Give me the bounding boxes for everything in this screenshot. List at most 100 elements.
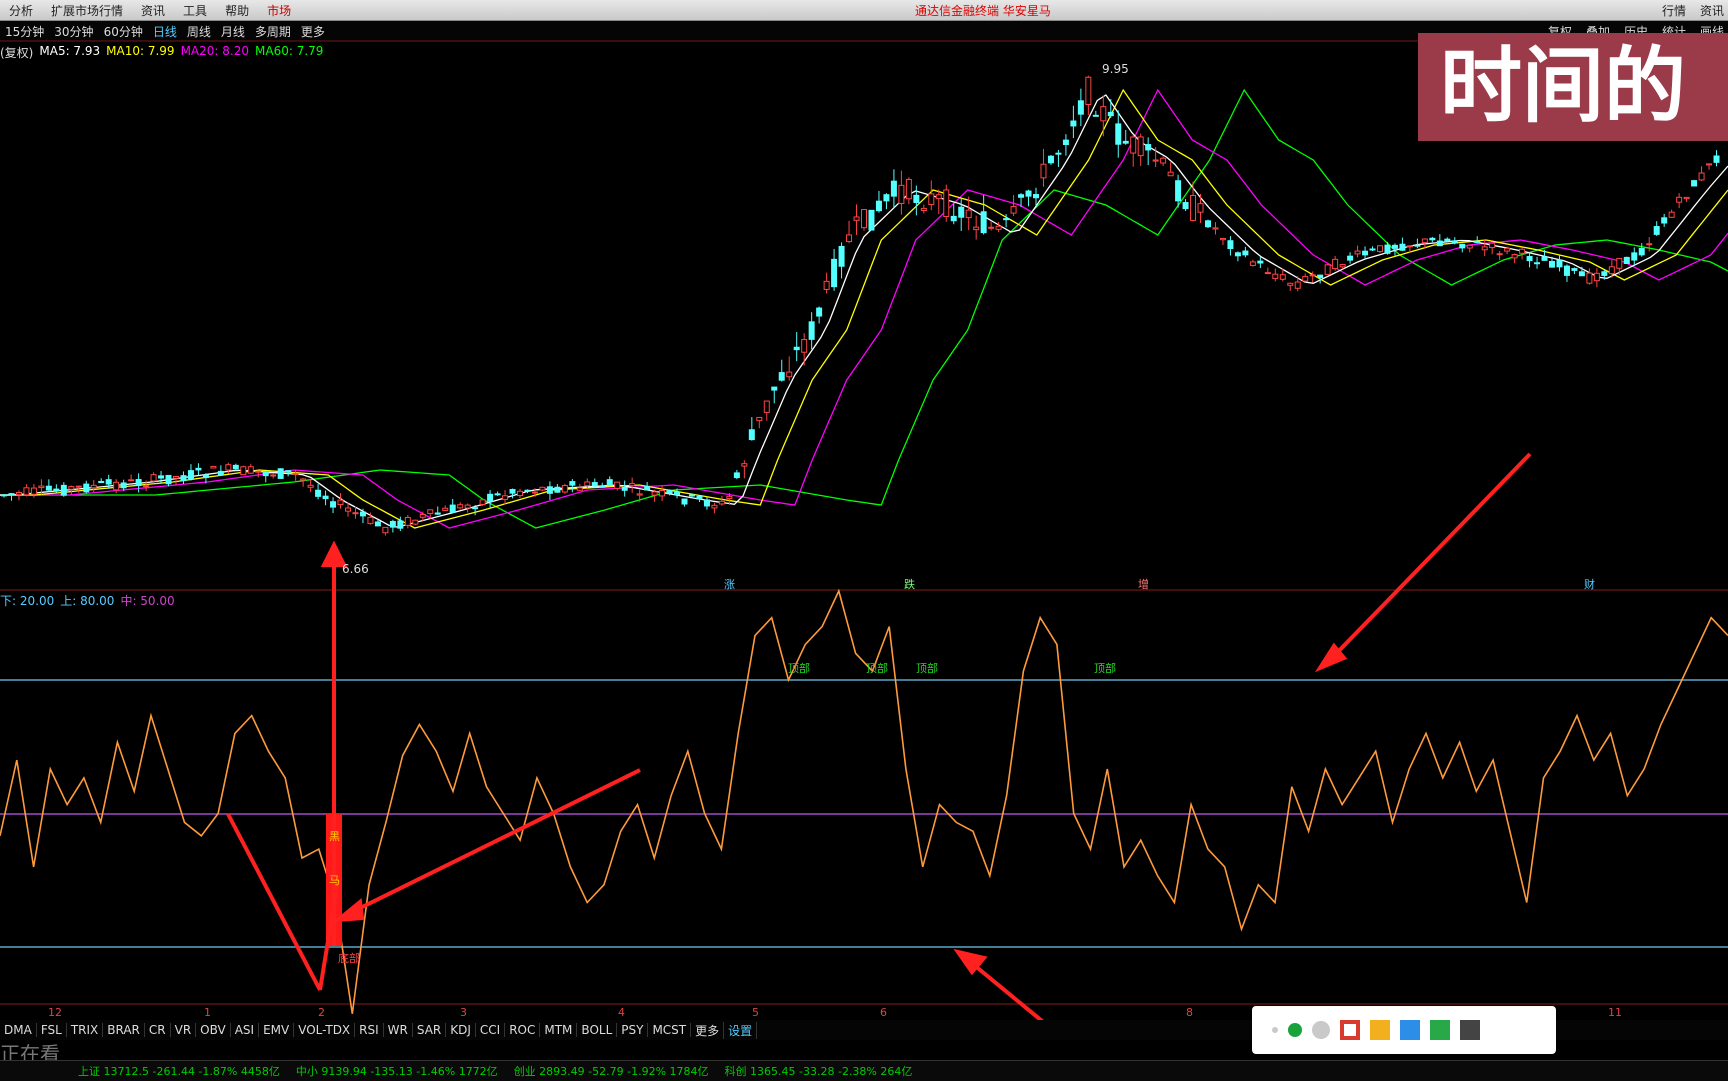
candle-body [1302,276,1309,282]
candle-body [644,485,651,491]
indicator-tab[interactable]: 更多 [691,1021,725,1039]
candle-body [404,516,411,526]
candle-body [427,509,434,514]
candle-body [576,487,583,491]
top-signal-4: 顶部 [1094,662,1116,675]
candle-body [569,481,576,486]
candle-body [1593,272,1600,282]
candle-body [1706,163,1713,166]
annotation-toolbar [1252,1006,1556,1054]
candle-body [1197,203,1204,213]
color-swatch[interactable] [1288,1023,1302,1037]
index-sme[interactable]: 中小 9139.94 -135.13 -1.46% 1772亿 [288,1063,506,1079]
candle-body [1145,144,1152,151]
indicator-tab[interactable]: VR [171,1023,197,1037]
candle-body [1047,155,1054,164]
candle-body [315,489,322,497]
indicator-tab[interactable]: FSL [37,1023,67,1037]
candle-body [412,519,419,525]
candle-body [1608,266,1615,275]
color-swatch[interactable] [1272,1027,1278,1033]
candle-body [546,486,553,494]
indicator-tab[interactable]: OBV [196,1023,231,1037]
color-swatch[interactable] [1400,1020,1420,1040]
candle-body [718,500,725,505]
candle-body [756,416,763,422]
candle-body [666,489,673,494]
candle-body [1339,264,1346,268]
signal-marker-4: 财 [1584,578,1595,591]
candle-body [38,485,45,489]
candle-body [30,487,37,495]
indicator-tab[interactable]: PSY [617,1023,649,1037]
candle-body [397,520,404,529]
color-swatch[interactable] [1312,1021,1330,1039]
x-axis-label: 11 [1608,1006,1622,1019]
candle-body [1077,100,1084,115]
candle-body [1272,273,1279,279]
ma5-line [0,94,1728,528]
candle-body [472,507,479,510]
index-star[interactable]: 科创 1365.45 -33.28 -2.38% 264亿 [717,1063,921,1079]
candle-body [90,484,97,489]
candle-body [980,211,987,234]
candle-body [838,245,845,267]
candle-body [831,258,838,288]
candle-body [1534,262,1541,265]
indicator-tab[interactable]: DMA [0,1023,37,1037]
ma60-line [0,88,1728,529]
candle-body [726,495,733,500]
candle-body [232,464,239,470]
indicator-tab[interactable]: ASI [231,1023,260,1037]
candle-body [606,479,613,486]
candle-body [1085,76,1092,105]
candle-body [330,501,337,508]
indicator-tab[interactable]: MCST [648,1023,692,1037]
candle-body [786,371,793,378]
index-chinext[interactable]: 创业 2893.49 -52.79 -1.92% 1784亿 [506,1063,717,1079]
indicator-tab[interactable]: ROC [505,1023,541,1037]
candle-body [1100,106,1107,122]
candle-body [928,193,935,205]
candle-body [1317,274,1324,278]
indicator-tab[interactable]: BOLL [577,1023,618,1037]
candle-body [808,321,815,340]
candle-body [1332,258,1339,270]
indicator-tab[interactable]: KDJ [446,1023,476,1037]
indicator-tab[interactable]: TRIX [67,1023,104,1037]
candle-body [202,474,209,478]
candle-body [1436,240,1443,247]
indicator-tab[interactable]: VOL-TDX [294,1023,356,1037]
candle-body [1264,272,1271,275]
indicator-tab[interactable]: MTM [540,1023,578,1037]
ma5-path [0,94,1728,528]
candle-body [105,479,112,485]
candle-body [1646,243,1653,246]
color-swatch[interactable] [1460,1020,1480,1040]
top-signal-3: 顶部 [916,662,938,675]
kline-chart[interactable] [0,0,1728,1020]
candle-body [98,480,105,484]
indicator-tab[interactable]: EMV [259,1023,295,1037]
color-swatch[interactable] [1340,1020,1360,1040]
color-swatch[interactable] [1430,1020,1450,1040]
indicator-tab[interactable]: WR [384,1023,413,1037]
candle-body [823,280,830,290]
color-swatch[interactable] [1370,1020,1390,1040]
candle-body [973,226,980,231]
candle-body [113,481,120,491]
indicator-tab[interactable]: SAR [413,1023,447,1037]
candle-body [135,479,142,486]
indicator-tab[interactable]: BRAR [103,1023,145,1037]
indicator-tab[interactable]: 设置 [724,1021,758,1039]
indicator-tab[interactable]: CCI [476,1023,506,1037]
candle-body [1167,171,1174,177]
annotation-arrows [226,452,1532,1020]
index-shanghai[interactable]: 上证 13712.5 -261.44 -1.87% 4458亿 [70,1063,288,1079]
candle-body [449,504,456,513]
candle-body [711,504,718,509]
indicator-tab[interactable]: RSI [355,1023,384,1037]
candle-body [1287,282,1294,286]
candle-body [419,513,426,518]
indicator-tab[interactable]: CR [145,1023,171,1037]
